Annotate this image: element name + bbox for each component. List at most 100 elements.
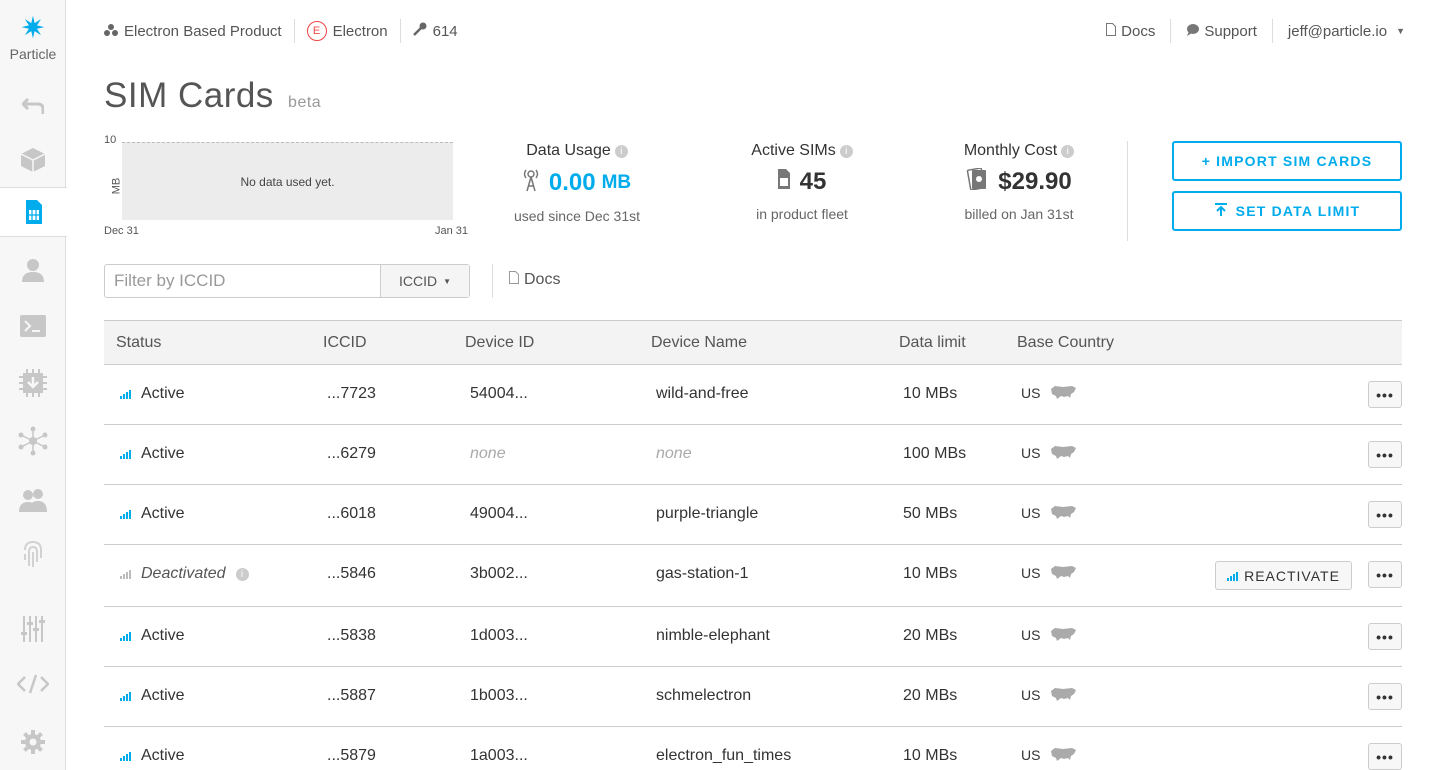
table-row[interactable]: Active ...6018 49004... purple-triangle 50 M…: [104, 485, 1402, 545]
key-icon: [412, 22, 427, 40]
settings-sliders-icon[interactable]: [0, 609, 66, 649]
device-name-cell[interactable]: gas-station-1: [656, 565, 749, 583]
firmware-icon[interactable]: [0, 363, 66, 403]
reactivate-button[interactable]: REACTIVATE: [1215, 561, 1352, 590]
breadcrumb: Electron Based Product E Electron 614: [104, 18, 482, 44]
us-map-icon: [1051, 566, 1077, 579]
data-usage-chart: 10 MB No data used yet. Dec 31 Jan 31: [104, 134, 474, 240]
device-name-cell[interactable]: purple-triangle: [656, 505, 758, 523]
caret-down-icon: ▼: [1396, 26, 1405, 36]
docs-link[interactable]: Docs: [1091, 19, 1172, 43]
us-map-icon: [1051, 748, 1077, 761]
table-row[interactable]: Active ...5838 1d003... nimble-elephant 20 M…: [104, 607, 1402, 667]
device-id-cell[interactable]: 1b003...: [470, 687, 528, 705]
antenna-icon: [523, 168, 539, 198]
user-menu[interactable]: jeff@particle.io ▼: [1273, 19, 1405, 43]
integrations-icon[interactable]: [0, 421, 66, 461]
x-axis-start-label: Dec 31: [104, 225, 139, 237]
signal-icon: [120, 389, 131, 399]
data-usage-stat: Data Usage i 0.00 MB used since Dec 31st: [492, 142, 662, 224]
import-sim-cards-button[interactable]: + IMPORT SIM CARDS: [1172, 141, 1402, 181]
gear-icon[interactable]: [0, 722, 66, 762]
console-icon[interactable]: [0, 306, 66, 346]
row-more-button[interactable]: •••: [1368, 683, 1402, 710]
device-id-cell[interactable]: 49004...: [470, 505, 528, 523]
info-icon[interactable]: i: [614, 145, 628, 158]
particle-logo[interactable]: ✷ Particle: [0, 14, 66, 63]
team-icon[interactable]: [0, 480, 66, 520]
signal-icon: [120, 691, 131, 701]
status-cell: Deactivated i: [120, 565, 249, 583]
product-id-crumb[interactable]: 614: [412, 19, 470, 43]
data-usage-sub: used since Dec 31st: [513, 208, 641, 224]
device-name-cell[interactable]: schmelectron: [656, 687, 751, 705]
country-cell: US: [1021, 627, 1077, 643]
platform-crumb[interactable]: E Electron: [306, 19, 401, 43]
info-icon[interactable]: i: [839, 145, 853, 158]
table-row[interactable]: Active ...5887 1b003... schmelectron 20 MBs U…: [104, 667, 1402, 727]
fingerprint-icon[interactable]: [0, 534, 66, 574]
filter-field-select[interactable]: ICCID ▼: [380, 265, 469, 297]
row-more-button[interactable]: •••: [1368, 381, 1402, 408]
user-icon[interactable]: [0, 250, 66, 290]
device-id-cell[interactable]: 1d003...: [470, 627, 528, 645]
monthly-cost-stat: Monthly Cost i $29.90 billed on Jan 31st: [938, 142, 1100, 222]
table-row[interactable]: Active ...6279 none none 100 MBs US •••: [104, 425, 1402, 485]
device-name-cell[interactable]: nimble-elephant: [656, 627, 770, 645]
table-header: Status ICCID Device ID Device Name Data …: [104, 320, 1402, 365]
iccid-cell: ...5838: [327, 627, 376, 644]
device-id-cell[interactable]: 3b002...: [470, 565, 528, 583]
back-icon[interactable]: [0, 86, 66, 126]
sim-card-icon[interactable]: [0, 187, 67, 237]
signal-icon: [1227, 571, 1239, 581]
device-name-cell[interactable]: electron_fun_times: [656, 747, 791, 765]
col-device-id[interactable]: Device ID: [465, 334, 534, 352]
col-iccid[interactable]: ICCID: [323, 334, 367, 352]
col-status[interactable]: Status: [116, 334, 161, 352]
signal-icon: [120, 449, 131, 459]
country-code: US: [1021, 687, 1041, 703]
upload-icon: [1214, 202, 1228, 220]
us-map-icon: [1051, 506, 1077, 519]
filter-field-value: ICCID: [398, 273, 438, 289]
row-more-button[interactable]: •••: [1368, 561, 1402, 588]
device-name-cell[interactable]: wild-and-free: [656, 385, 748, 403]
code-icon[interactable]: [0, 664, 66, 704]
info-icon[interactable]: i: [235, 567, 249, 581]
row-more-button[interactable]: •••: [1368, 623, 1402, 650]
device-id-cell[interactable]: 1a003...: [470, 747, 528, 765]
status-cell: Active: [120, 445, 185, 463]
status-text: Deactivated: [141, 565, 226, 582]
row-more-button[interactable]: •••: [1368, 441, 1402, 468]
set-data-limit-button[interactable]: SET DATA LIMIT: [1172, 191, 1402, 231]
support-link[interactable]: Support: [1171, 19, 1273, 43]
sidebar: ✷ Particle: [0, 0, 67, 770]
iccid-cell: ...6279: [327, 445, 376, 462]
cube-icon[interactable]: [0, 140, 66, 180]
country-cell: US: [1021, 505, 1077, 521]
sim-icon: [777, 169, 790, 195]
row-more-button[interactable]: •••: [1368, 743, 1402, 770]
table-row[interactable]: Active ...5879 1a003... electron_fun_times 1…: [104, 727, 1402, 770]
us-map-icon: [1051, 688, 1077, 701]
col-device-name[interactable]: Device Name: [651, 334, 747, 352]
table-row[interactable]: Active ...7723 54004... wild-and-free 10 MBs…: [104, 365, 1402, 425]
country-cell: US: [1021, 687, 1077, 703]
status-cell: Active: [120, 505, 185, 523]
col-base-country[interactable]: Base Country: [1017, 334, 1114, 352]
row-more-button[interactable]: •••: [1368, 501, 1402, 528]
filter-input[interactable]: [105, 265, 380, 297]
y-axis-unit-label: MB: [110, 177, 123, 195]
filter-docs-link[interactable]: Docs: [509, 271, 560, 289]
device-id-cell[interactable]: 54004...: [470, 385, 528, 403]
info-icon[interactable]: i: [1061, 145, 1075, 158]
monthly-cost-number: $29.90: [998, 168, 1072, 195]
us-map-icon: [1051, 386, 1077, 399]
table-row[interactable]: Deactivated i ...5846 3b002... gas-station-1…: [104, 545, 1402, 607]
status-text: Active: [141, 505, 185, 522]
product-crumb[interactable]: Electron Based Product: [104, 19, 295, 43]
country-code: US: [1021, 505, 1041, 521]
document-icon: [1106, 22, 1117, 40]
filter-docs-label: Docs: [524, 271, 561, 288]
col-data-limit[interactable]: Data limit: [899, 334, 966, 352]
